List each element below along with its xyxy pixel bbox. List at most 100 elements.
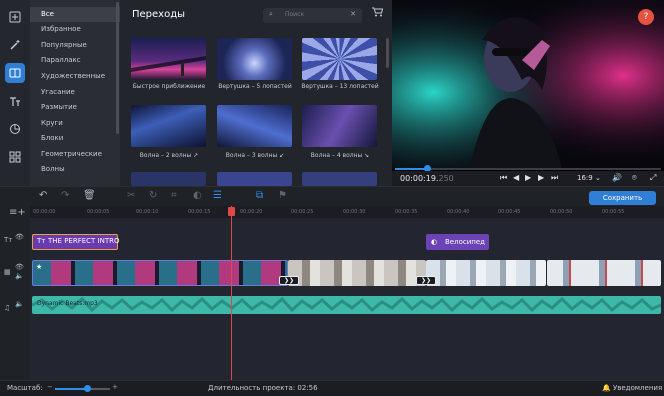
category-artistic[interactable]: Художественные [30, 69, 120, 84]
transition-label: Быстрое приближение [132, 83, 206, 90]
titles-icon[interactable] [5, 92, 25, 112]
zoom-out-icon[interactable]: − [47, 383, 53, 391]
undo-icon[interactable]: ↶ [39, 190, 47, 201]
track-mute-icon[interactable]: 🔈 [15, 272, 24, 280]
search-placeholder: Поиск [285, 11, 305, 18]
play-icon[interactable]: ▶ [525, 173, 531, 182]
title-clip[interactable]: Tт THE PERFECT INTRO [32, 234, 120, 250]
transition-thumb[interactable] [131, 172, 206, 186]
video-clip-4[interactable] [547, 260, 661, 286]
transitions-panel: Переходы ⌕ Поиск ✕ Быстрое приближение В… [120, 0, 392, 186]
transition-thumb-wave-2[interactable] [131, 105, 206, 147]
transition-label: Вертушка – 5 лопастей [218, 83, 292, 90]
video-clip-3[interactable] [426, 260, 546, 286]
search-icon: ⌕ [269, 10, 273, 18]
transition-thumb[interactable] [302, 172, 377, 186]
search-input[interactable]: ⌕ Поиск ✕ [263, 8, 362, 23]
step-forward-icon[interactable]: ▶ [538, 173, 544, 182]
crop-icon[interactable]: ⌗ [171, 190, 177, 201]
step-back-icon[interactable]: ◀ [513, 173, 519, 182]
playback-progress-track[interactable] [395, 168, 661, 170]
ruler-tick-label: 00:00:25 [291, 209, 314, 215]
audio-clip-label: Dynamic Beats.mp3 [37, 300, 98, 307]
favorite-star-icon: ★ [36, 263, 43, 271]
category-fade[interactable]: Угасание [30, 85, 120, 100]
video-clip-2[interactable] [288, 260, 426, 286]
fullscreen-icon[interactable]: ⤢ [650, 173, 656, 183]
rotate-icon[interactable]: ↻ [149, 190, 157, 201]
notifications-button[interactable]: 🔔 Уведомления [602, 384, 662, 392]
audio-clip[interactable] [32, 296, 661, 314]
save-button[interactable]: Сохранить [589, 191, 656, 205]
playhead-handle[interactable] [228, 207, 235, 216]
title-clip-label: THE PERFECT INTRO [48, 237, 120, 245]
snapshot-icon[interactable]: ⌾ [632, 173, 637, 183]
category-blur[interactable]: Размытие [30, 100, 120, 115]
transition-thumb-wave-4[interactable] [302, 105, 377, 147]
edit-toolbar [0, 186, 664, 206]
delete-icon[interactable]: 🗑 [83, 190, 96, 201]
panel-scrollbar[interactable] [386, 38, 389, 68]
transition-label: Волна – 3 волны ↙ [225, 152, 285, 159]
category-favorites[interactable]: Избранное [30, 22, 120, 37]
track-mute-icon[interactable]: 🔈 [15, 300, 24, 308]
transition-label: Волна – 4 волны ↘ [310, 152, 370, 159]
category-circles[interactable]: Круги [30, 116, 120, 131]
transition-thumb-wave-3[interactable] [217, 105, 292, 147]
video-track-icon: ▦ [4, 268, 11, 276]
category-popular[interactable]: Популярные [30, 38, 120, 53]
zoom-in-icon[interactable]: + [112, 383, 118, 391]
video-clip-1[interactable]: ★ [32, 260, 288, 286]
more-tools-icon[interactable] [5, 147, 25, 167]
ruler-tick-label: 00:00:20 [240, 209, 263, 215]
category-list: Все Избранное Популярные Параллакс Худож… [30, 0, 120, 186]
import-icon[interactable] [5, 7, 25, 27]
bell-icon: 🔔 [602, 384, 611, 392]
sticker-clip-icon: ◐ [431, 238, 438, 246]
transition-marker[interactable]: ❯❯ [416, 276, 436, 285]
volume-icon[interactable]: 🔊 [612, 173, 622, 182]
aspect-ratio-select[interactable]: 16:9 ⌄ [577, 174, 601, 182]
track-visibility-icon[interactable]: 👁 [15, 263, 24, 271]
add-track-icon[interactable]: ≡+ [9, 207, 26, 218]
zoom-slider-knob[interactable] [84, 385, 91, 392]
store-cart-icon[interactable] [372, 7, 384, 20]
sticker-clip-label: Велосипед [445, 238, 485, 246]
audio-track-icon: ♫ [4, 304, 11, 312]
video-editor-window: Все Избранное Популярные Параллакс Худож… [0, 0, 664, 396]
ruler-tick-label: 00:00:00 [33, 209, 56, 215]
ruler-tick-label: 00:00:50 [550, 209, 573, 215]
magic-wand-icon[interactable] [5, 35, 25, 55]
ruler-tick-label: 00:00:10 [136, 209, 159, 215]
help-button[interactable]: ? [638, 9, 654, 25]
sticker-clip[interactable]: ◐ Велосипед [426, 234, 489, 250]
time-ms: 250 [438, 174, 454, 183]
title-track-icon: Tт [4, 236, 13, 244]
transition-thumb-pinwheel-5[interactable] [217, 38, 292, 80]
skip-start-icon[interactable]: ⏮ [500, 173, 507, 183]
redo-icon[interactable]: ↷ [61, 190, 69, 201]
clip-properties-icon[interactable]: ☰ [213, 190, 222, 201]
category-blocks[interactable]: Блоки [30, 131, 120, 146]
color-adjust-icon[interactable]: ◐ [193, 190, 202, 201]
cut-icon[interactable]: ✂ [127, 190, 135, 201]
transition-thumb-quick-zoom[interactable] [131, 38, 206, 80]
category-parallax[interactable]: Параллакс [30, 53, 120, 68]
transitions-icon[interactable] [5, 63, 25, 83]
skip-end-icon[interactable]: ⏭ [551, 173, 558, 183]
category-waves[interactable]: Волны [30, 162, 120, 177]
transition-marker[interactable]: ❯❯ [279, 276, 299, 285]
ruler-tick-label: 00:00:30 [343, 209, 366, 215]
clear-search-icon[interactable]: ✕ [350, 10, 356, 18]
category-geometric[interactable]: Геометрические [30, 147, 120, 162]
transition-thumb-pinwheel-13[interactable] [302, 38, 377, 80]
transition-thumb[interactable] [217, 172, 292, 186]
transition-label: Вертушка – 13 лопастей [301, 83, 379, 90]
track-visibility-icon[interactable]: 👁 [15, 233, 24, 241]
overlay-icon[interactable]: ⧉ [256, 190, 263, 201]
category-scrollbar[interactable] [116, 2, 119, 134]
ruler-tick-label: 00:00:55 [602, 209, 625, 215]
stickers-icon[interactable] [5, 119, 25, 139]
marker-icon[interactable]: ⚑ [278, 190, 287, 201]
category-all[interactable]: Все [30, 7, 120, 22]
